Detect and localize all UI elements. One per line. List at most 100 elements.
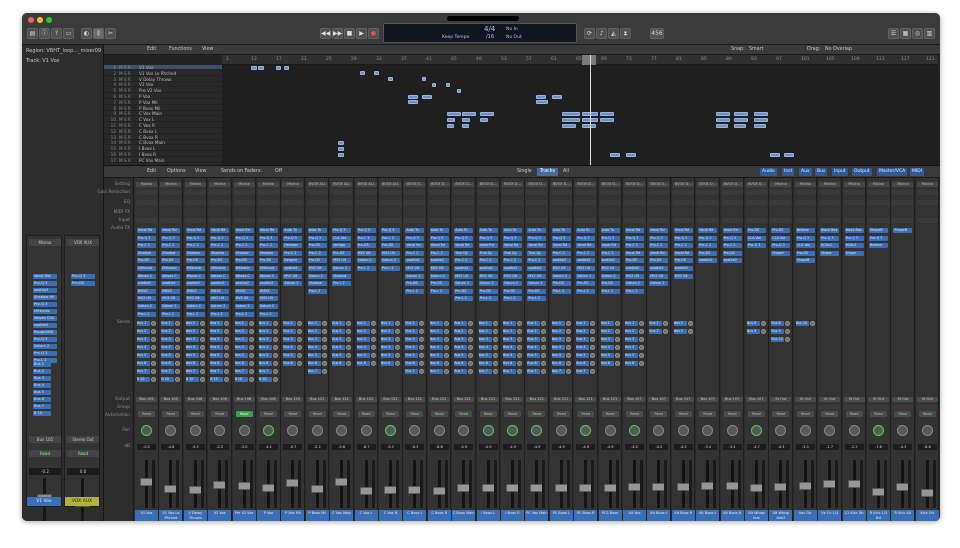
audio-fx-plugin[interactable]: Shadow: [137, 250, 156, 256]
audio-fx-plugin[interactable]: Bergem: [283, 258, 303, 264]
send-slot[interactable]: Bus 4: [478, 345, 492, 350]
send-level-knob[interactable]: [761, 329, 766, 334]
track-header[interactable]: 8M S RP Bvox Mil: [104, 106, 222, 111]
send-level-knob[interactable]: [273, 353, 278, 358]
audio-fx-plugin[interactable]: MV2 Ult: [283, 273, 303, 279]
send-level-knob[interactable]: [346, 353, 352, 358]
output-slot[interactable]: St Out: [916, 397, 938, 402]
send-slot[interactable]: Bus 2: [332, 329, 346, 334]
eq-thumbnail[interactable]: [282, 200, 304, 205]
track-mute-solo-buttons[interactable]: M S R: [119, 158, 139, 163]
send-slot[interactable]: Bus 5: [33, 390, 51, 395]
eq-thumbnail[interactable]: [526, 200, 548, 205]
automation-mode-button[interactable]: Read: [67, 450, 99, 457]
audio-fx-plugin[interactable]: MV2 Ult: [210, 296, 230, 302]
track-header[interactable]: 15 M S RI Bvox L: [104, 146, 222, 152]
send-level-knob[interactable]: [517, 329, 522, 334]
send-slot[interactable]: Bus 4: [527, 345, 541, 350]
audio-fx-plugin[interactable]: ShapeB: [795, 258, 815, 264]
send-level-knob[interactable]: [443, 369, 449, 374]
input-slot[interactable]: [794, 218, 816, 223]
send-level-knob[interactable]: [297, 321, 303, 326]
audio-fx-plugin[interactable]: Pro-C 2: [478, 258, 498, 264]
send-slot[interactable]: Bus 6: [478, 361, 492, 366]
send-level-knob[interactable]: [468, 353, 474, 358]
setting-button[interactable]: Mixina: [136, 182, 157, 187]
send-level-knob[interactable]: [224, 361, 230, 366]
setting-button[interactable]: BVOX ALL: [331, 182, 353, 187]
pan-knob[interactable]: [531, 425, 543, 436]
send-level-knob[interactable]: [468, 321, 474, 326]
send-level-knob[interactable]: [419, 353, 425, 358]
send-level-knob[interactable]: [297, 329, 303, 334]
audio-region[interactable]: [582, 123, 596, 128]
audio-fx-plugin[interactable]: Vocal Rd: [649, 228, 669, 233]
rewind-icon[interactable]: ◀◀: [320, 28, 331, 39]
send-level-knob[interactable]: [321, 361, 327, 366]
audio-region[interactable]: [754, 111, 768, 116]
volume-fader-track[interactable]: [389, 460, 392, 508]
audio-fx-plugin[interactable]: MV2 Ult: [551, 266, 571, 271]
setting-button[interactable]: BVOX D...: [526, 182, 548, 187]
input-slot[interactable]: [160, 218, 182, 223]
send-slot[interactable]: Bus 2: [600, 329, 614, 334]
audio-fx-plugin[interactable]: MV2 Ult: [137, 296, 156, 302]
send-level-knob[interactable]: [468, 369, 474, 374]
channel-name[interactable]: V2 Vox: [208, 510, 232, 521]
audio-region[interactable]: [422, 77, 426, 82]
send-slot[interactable]: Bus 6: [625, 361, 638, 366]
send-slot[interactable]: Bus 4: [600, 345, 614, 350]
smart-controls-icon[interactable]: ◐: [81, 28, 92, 39]
send-slot[interactable]: Bus 1: [454, 321, 468, 326]
audio-fx-plugin[interactable]: Pro-L 2: [185, 311, 205, 317]
automation-mode-button[interactable]: Read: [430, 411, 448, 417]
track-label[interactable]: Track: V1 Vox: [26, 57, 59, 65]
audio-fx-plugin[interactable]: Pro-Q 3: [381, 228, 400, 233]
send-level-knob[interactable]: [468, 329, 474, 334]
send-level-knob[interactable]: [517, 321, 522, 326]
audio-fx-plugin[interactable]: Pro-DS: [625, 258, 644, 264]
audio-fx-plugin[interactable]: Pro-C 2: [405, 250, 425, 256]
audio-region[interactable]: [562, 123, 576, 128]
send-level-knob[interactable]: [321, 329, 327, 334]
send-level-knob[interactable]: [297, 353, 303, 358]
send-level-knob[interactable]: [785, 329, 791, 334]
send-slot[interactable]: Bus 2: [381, 329, 394, 334]
setting-button[interactable]: BVOX ALL: [380, 182, 401, 187]
setting-button[interactable]: Mixina: [233, 182, 255, 187]
audio-fx-plugin[interactable]: MXtronic: [137, 266, 156, 271]
automation-mode-button[interactable]: Read: [894, 411, 912, 417]
output-slot[interactable]: Bus 107: [648, 397, 670, 402]
send-slot[interactable]: Bus 3: [283, 337, 297, 342]
record-icon[interactable]: ●: [368, 28, 379, 39]
channel-name[interactable]: Alt Bvox L: [696, 510, 720, 521]
audio-fx-plugin[interactable]: Pro-L 2: [454, 296, 474, 302]
send-slot[interactable]: Bus 10: [771, 337, 785, 342]
audio-fx-plugin[interactable]: Pro-L 2: [429, 288, 449, 294]
eq-thumbnail[interactable]: [770, 200, 792, 205]
audio-fx-plugin[interactable]: Pro-DS: [771, 228, 791, 233]
audio-fx-plugin[interactable]: Vocal Rd: [673, 228, 693, 233]
audio-fx-plugin[interactable]: Pro-DS: [795, 250, 815, 256]
group-slot[interactable]: [648, 405, 670, 410]
input-slot[interactable]: [526, 218, 548, 223]
send-level-knob[interactable]: [370, 321, 376, 326]
eq-thumbnail[interactable]: [916, 200, 938, 205]
mixer-view-menu[interactable]: View: [192, 168, 209, 176]
audio-region[interactable]: [338, 152, 344, 157]
send-slot[interactable]: Bus 2: [454, 329, 468, 334]
send-slot[interactable]: Bus 1: [527, 321, 541, 326]
eq-thumbnail[interactable]: [550, 200, 572, 205]
send-level-knob[interactable]: [224, 337, 230, 342]
channel-name[interactable]: C Bvox L: [403, 510, 427, 521]
zoom-window-icon[interactable]: [46, 17, 52, 23]
send-slot[interactable]: Bus 7: [33, 404, 51, 409]
audio-fx-plugin[interactable]: Auto Tu: [478, 228, 498, 233]
output-slot[interactable]: Bus 121: [380, 397, 401, 402]
pan-knob[interactable]: [165, 425, 177, 436]
eq-thumbnail[interactable]: [624, 200, 645, 205]
send-slot[interactable]: Bus 6: [454, 361, 468, 366]
send-slot[interactable]: Bus 1: [478, 321, 492, 326]
send-slot[interactable]: Bus 4: [332, 345, 346, 350]
audio-fx-plugin[interactable]: Pro-Q 3: [454, 235, 474, 241]
